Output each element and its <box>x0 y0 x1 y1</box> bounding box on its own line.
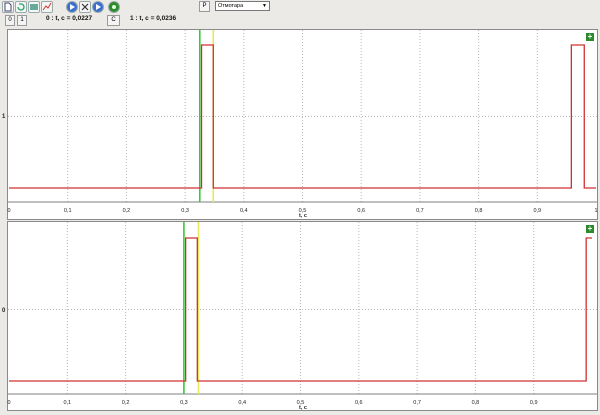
x-tick-label: 0,8 <box>471 400 480 406</box>
x-tick-label: 0,2 <box>121 400 130 406</box>
undo-icon[interactable] <box>15 1 27 13</box>
close-icon[interactable] <box>79 1 91 13</box>
forward-icon[interactable] <box>92 1 104 13</box>
x-tick-label: 0 <box>7 208 11 214</box>
p-button[interactable]: P <box>199 1 210 12</box>
settings-icon[interactable] <box>108 1 120 13</box>
file-icon[interactable] <box>2 1 14 13</box>
x-tick-label: 0,8 <box>474 208 483 214</box>
y-axis-label-bottom: 0 <box>2 308 6 314</box>
chart-svg-top <box>8 30 597 203</box>
chart-panel-top[interactable]: + 1 t, c 0 0,1 0,2 0,3 0,4 0,5 0,6 0,7 0,8 0,9 1 <box>2 29 598 220</box>
x-tick-label: 0,4 <box>239 208 248 214</box>
x-tick-label: 0,9 <box>529 400 538 406</box>
cursor0-readout: 0 : t, c = 0,0227 <box>46 15 93 22</box>
x-tick-label: 1 <box>594 208 598 214</box>
x-tick-label: 0,6 <box>357 208 366 214</box>
cursor1-readout: 1 : t, c = 0,0236 <box>130 15 177 22</box>
play-icon[interactable] <box>66 1 78 13</box>
image-icon[interactable] <box>28 1 40 13</box>
x-tick-label: 0,3 <box>181 208 189 214</box>
x-tick-label: 0,5 <box>298 208 307 214</box>
x-tick-label: 0,7 <box>413 400 421 406</box>
channel-1-button[interactable]: 1 <box>17 15 27 26</box>
mode-select-value: Отмотара <box>218 3 244 9</box>
x-tick-label: 0,4 <box>238 400 247 406</box>
chevron-down-icon: ▼ <box>262 3 267 9</box>
chart-icon[interactable] <box>41 1 53 13</box>
x-tick-label: 0,3 <box>180 400 188 406</box>
add-icon[interactable]: + <box>586 33 594 41</box>
x-tick-label: 0 <box>7 400 11 406</box>
chart-panel-bottom[interactable]: + 0 t, c 0 0,1 0,2 0,3 0,4 0,5 0,6 0,7 0,8 0,9 <box>2 221 598 411</box>
x-tick-label: 0,2 <box>122 208 131 214</box>
x-tick-label: 0,1 <box>63 400 72 406</box>
x-tick-label: 0,7 <box>416 208 424 214</box>
channel-0-button[interactable]: 0 <box>5 15 15 26</box>
chart-svg-bottom <box>8 222 597 395</box>
toolbar: 0 1 0 : t, c = 0,0227 1 : t, c = 0,0236 … <box>0 0 600 27</box>
c-button[interactable]: C <box>107 15 120 26</box>
x-tick-label: 0,5 <box>296 400 305 406</box>
mode-select[interactable]: Отмотара ▼ <box>215 1 270 11</box>
x-tick-label: 0,1 <box>63 208 72 214</box>
x-tick-label: 0,9 <box>533 208 542 214</box>
y-axis-label-top: 1 <box>2 114 6 120</box>
x-tick-label: 0,6 <box>354 400 363 406</box>
add-icon[interactable]: + <box>586 225 594 233</box>
